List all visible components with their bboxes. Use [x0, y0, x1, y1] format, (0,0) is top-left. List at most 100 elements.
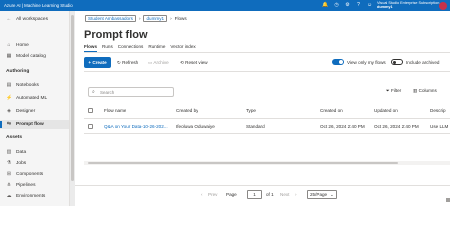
sidebar-item-label: Prompt flow [16, 122, 44, 127]
view-only-my-flows-toggle[interactable] [332, 59, 344, 65]
sidebar-item-label: Data [16, 150, 27, 155]
data-icon: ▥ [6, 149, 12, 155]
smiley-icon[interactable]: ☺ [366, 2, 373, 9]
column-header-updated-on[interactable]: Updated on [374, 108, 398, 113]
sidebar-item-automated-ml[interactable]: ⚡ Automated ML [0, 94, 69, 103]
table-row[interactable]: Q&A on Your Data-10-26-202... Ifeoluwa O… [84, 120, 450, 134]
page-count: of 1 [266, 192, 274, 197]
gear-icon[interactable]: ⚙ [344, 2, 351, 9]
search-icon: ⌕ [92, 89, 95, 95]
filter-button-label: Filter [390, 88, 402, 93]
sidebar-item-notebooks[interactable]: ▤ Notebooks [0, 81, 69, 90]
chevron-down-icon[interactable]: ⌄ [330, 192, 334, 198]
sidebar-item-data[interactable]: ▥ Data [0, 148, 69, 157]
table-header: Flow name Created by Type Created on Upd… [84, 103, 450, 119]
column-header-created-by[interactable]: Created by [176, 108, 198, 113]
breadcrumb-workspace[interactable]: dummy1 [143, 15, 168, 22]
sidebar-item-model-catalog[interactable]: ▦ Model catalog [0, 52, 69, 61]
workspace-name: dummy1 [377, 5, 393, 10]
sidebar-item-home[interactable]: ⌂ Home [0, 41, 69, 50]
sidebar-item-label: Pipelines [16, 183, 36, 188]
help-icon[interactable]: ? [355, 2, 362, 9]
row-checkbox[interactable] [88, 124, 93, 129]
next-page-icon[interactable]: › [295, 192, 297, 197]
subscription-picker[interactable]: Visual Studio Enterprise Subscription du… [377, 1, 439, 10]
refresh-button[interactable]: ↻ Refresh [117, 57, 138, 68]
notebook-icon: ▤ [6, 82, 12, 88]
main-content: Student Ambassadors › dummy1 › Flows Pro… [75, 11, 450, 206]
column-header-created-on[interactable]: Created on [320, 108, 343, 113]
tab-flows[interactable]: Flows [84, 44, 98, 52]
divider [84, 71, 450, 72]
sidebar-item-all-workspaces[interactable]: ← All workspaces [0, 15, 69, 24]
tab-vector-index[interactable]: Vector index [170, 44, 195, 52]
notification-icon[interactable]: 🔔 [322, 2, 329, 9]
sidebar-item-label: Model catalog [16, 54, 46, 59]
jobs-icon: ⚗ [6, 160, 12, 166]
sidebar-item-label: Environments [16, 194, 46, 199]
chevron-right-icon: › [170, 16, 172, 21]
column-header-type[interactable]: Type [246, 108, 256, 113]
breadcrumb-current: Flows [174, 16, 187, 21]
flows-table: Flow name Created by Type Created on Upd… [84, 103, 450, 161]
search-box[interactable]: ⌕ [88, 87, 174, 97]
avatar[interactable] [439, 2, 447, 10]
flow-name-link[interactable]: Q&A on Your Data-10-26-202... [104, 124, 172, 129]
created-by-cell: Ifeoluwa Oduwaiye [176, 124, 215, 129]
sidebar-item-pipelines[interactable]: ⋔ Pipelines [0, 181, 69, 190]
select-all-checkbox[interactable] [88, 108, 93, 113]
columns-button-label: Columns [418, 88, 437, 93]
created-on-cell: Oct 26, 2024 2:40 PM [320, 124, 365, 129]
automl-icon: ⚡ [6, 95, 13, 101]
sidebar-item-label: Designer [16, 109, 36, 114]
archive-button[interactable]: ▭ Archive [148, 57, 169, 68]
designer-icon: ◈ [7, 108, 11, 114]
filter-button[interactable]: ⏷ Filter [386, 88, 401, 93]
sidebar-item-components[interactable]: ⊞ Components [0, 170, 69, 179]
prev-page-icon[interactable]: ‹ [201, 192, 203, 197]
sidebar-item-label: Home [16, 43, 29, 48]
breadcrumb: Student Ambassadors › dummy1 › Flows [85, 15, 187, 22]
scrollbar-thumb[interactable] [71, 15, 74, 181]
include-archived-toggle[interactable] [391, 59, 403, 65]
sidebar-section-assets: Assets [6, 135, 23, 140]
app-title[interactable]: Azure AI | Machine Learning Studio [4, 3, 73, 8]
type-cell: Standard [246, 124, 265, 129]
pipelines-icon: ⋔ [6, 182, 12, 188]
sidebar-item-designer[interactable]: ◈ Designer [0, 107, 69, 116]
sidebar-item-jobs[interactable]: ⚗ Jobs [0, 159, 69, 168]
sidebar-item-environments[interactable]: ☁ Environments [0, 192, 69, 201]
sidebar-section-authoring: Authoring [6, 69, 30, 74]
page-title: Prompt flow [84, 29, 148, 41]
description-cell: Use LLM [430, 124, 449, 129]
home-icon: ⌂ [7, 42, 11, 48]
prev-page-button[interactable]: Prev [208, 192, 217, 197]
columns-button[interactable]: ▥ Columns [413, 88, 437, 94]
sidebar-item-label: Jobs [16, 161, 27, 166]
tab-runtime[interactable]: Runtime [148, 44, 165, 52]
create-button[interactable]: + Create [84, 57, 111, 68]
column-header-flow-name[interactable]: Flow name [104, 108, 126, 113]
column-header-description[interactable]: Descrip [430, 108, 446, 113]
flow-icon: ⇆ [6, 121, 12, 127]
search-input[interactable] [100, 89, 172, 95]
clock-icon[interactable]: ◷ [333, 2, 340, 9]
view-only-my-flows-label: View only my flows [347, 60, 386, 65]
sidebar-item-label: Notebooks [16, 83, 39, 88]
tab-runs[interactable]: Runs [102, 44, 113, 52]
top-bar-icons: 🔔 ◷ ⚙ ? ☺ [322, 2, 373, 9]
updated-on-cell: Oct 26, 2024 2:40 PM [374, 124, 419, 129]
next-page-button[interactable]: Next [280, 192, 289, 197]
sidebar-item-prompt-flow[interactable]: ⇆ Prompt flow [0, 120, 69, 129]
sidebar-item-label: Automated ML [16, 96, 48, 101]
reset-view-button[interactable]: ⟲ Reset view [180, 57, 208, 68]
page-number-input[interactable]: 1 [247, 190, 262, 199]
breadcrumb-root[interactable]: Student Ambassadors [85, 15, 136, 22]
scrollbar-thumb[interactable] [88, 162, 398, 164]
include-archived-label: Include archived [406, 60, 440, 65]
table-horizontal-scrollbar[interactable] [84, 161, 450, 165]
top-bar: Azure AI | Machine Learning Studio 🔔 ◷ ⚙… [0, 0, 450, 11]
catalog-icon: ▦ [6, 53, 12, 59]
tab-connections[interactable]: Connections [118, 44, 144, 52]
create-button-label: Create [92, 60, 107, 65]
